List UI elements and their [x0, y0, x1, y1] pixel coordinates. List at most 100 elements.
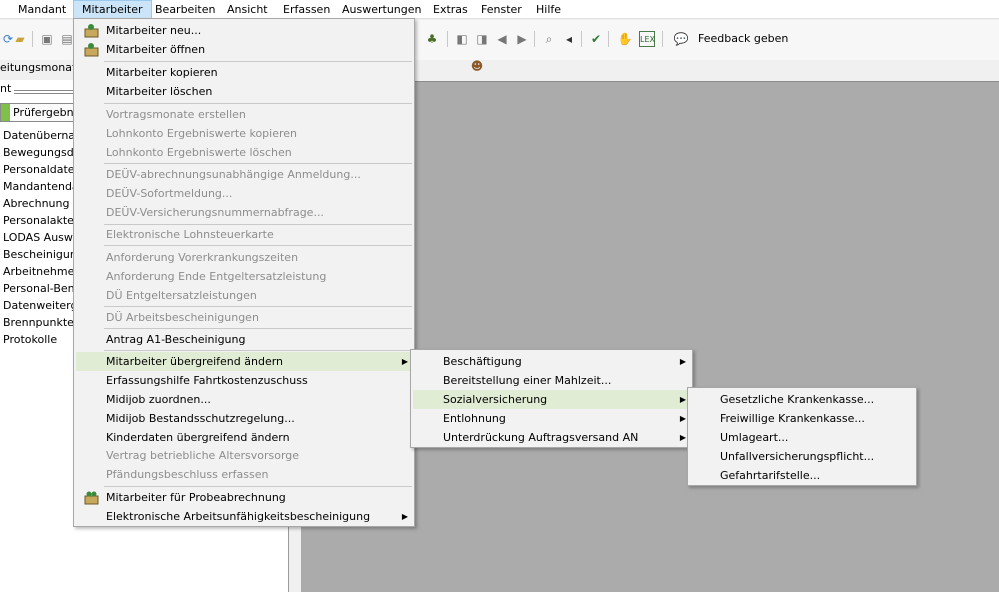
menu-item-umlageart[interactable]: Umlageart...	[690, 428, 914, 447]
nav-item-datenuebernahme[interactable]: Datenübernah	[3, 127, 82, 144]
menu-item-antrag-a1[interactable]: Antrag A1-Bescheinigung	[76, 330, 412, 349]
menu-item-kinderdaten[interactable]: Kinderdaten übergreifend ändern	[76, 428, 412, 447]
next-record-icon[interactable]: ◨	[474, 31, 490, 47]
nav-item-bewegungsdaten[interactable]: Bewegungsda	[3, 144, 80, 161]
user-open-icon	[84, 42, 99, 57]
menu-mitarbeiter[interactable]: Mitarbeiter	[73, 0, 152, 19]
folder-close-icon[interactable]: ▰	[12, 31, 28, 47]
menu-separator	[104, 245, 412, 246]
menu-extras[interactable]: Extras	[433, 0, 468, 19]
check-user-icon[interactable]: ✔	[588, 31, 604, 47]
nav-item-personaldaten[interactable]: Personaldaten	[3, 161, 82, 178]
menu-item-deuev-sofortmeldung: DEÜV-Sofortmeldung...	[106, 187, 233, 200]
user-settings-icon[interactable]: ☻	[469, 58, 485, 74]
menu-item-deuev-anmeldung: DEÜV-abrechnungsunabhängige Anmeldung...	[106, 168, 361, 181]
handshake-icon[interactable]: ✋	[617, 31, 633, 47]
menu-item-eau[interactable]: Elektronische Arbeitsunfähigkeitsbeschei…	[76, 507, 412, 526]
nav-item-lodas-auswertungen[interactable]: LODAS Auswe	[3, 229, 80, 246]
toolbar-separator	[32, 31, 33, 47]
status-indicator	[1, 104, 10, 121]
submenu-arrow-icon: ▶	[679, 433, 686, 442]
sozialversicherung-submenu: Gesetzliche Krankenkasse... Freiwillige …	[687, 387, 917, 486]
menu-separator	[104, 61, 412, 62]
tab-pruefergebnis-label: Prüfergebni	[13, 106, 77, 119]
speech-bubble-icon[interactable]: 💬	[673, 31, 689, 47]
tree-icon[interactable]: ♣	[424, 31, 440, 47]
mitarbeiter-menu: Mitarbeiter neu... Mitarbeiter öffnen Mi…	[73, 18, 415, 527]
menu-ansicht[interactable]: Ansicht	[227, 0, 268, 19]
menu-item-beschaeftigung[interactable]: Beschäftigung ▶	[413, 352, 690, 371]
menu-item-lohnsteuerkarte: Elektronische Lohnsteuerkarte	[106, 228, 274, 241]
toolbar-separator	[581, 31, 582, 47]
menu-item-vortragsmonate: Vortragsmonate erstellen	[106, 108, 246, 121]
menu-item-unfallversicherung[interactable]: Unfallversicherungspflicht...	[690, 447, 914, 466]
arrow-left-icon[interactable]: ◀	[494, 31, 510, 47]
nav-item-personalakte[interactable]: Personalakte	[3, 212, 74, 229]
menu-item-mitarbeiter-loeschen[interactable]: Mitarbeiter löschen	[76, 82, 412, 101]
toolbar-separator	[662, 31, 663, 47]
nav-item-personal-benchmark[interactable]: Personal-Benc	[3, 280, 81, 297]
menu-item-mahlzeit[interactable]: Bereitstellung einer Mahlzeit...	[413, 371, 690, 390]
left-panel-divider	[14, 90, 74, 91]
nav-item-arbeitnehmer[interactable]: Arbeitnehmer	[3, 263, 79, 280]
menu-fenster[interactable]: Fenster	[481, 0, 522, 19]
nav-item-bescheinigungen[interactable]: Bescheinigung	[3, 246, 84, 263]
submenu-arrow-icon: ▶	[679, 395, 686, 404]
menu-item-entlohnung[interactable]: Entlohnung ▶	[413, 409, 690, 428]
menu-item-mitarbeiter-neu[interactable]: Mitarbeiter neu...	[76, 21, 412, 40]
nav-item-protokolle[interactable]: Protokolle	[3, 331, 57, 348]
menu-item-due-arbeitsbescheinigungen: DÜ Arbeitsbescheinigungen	[106, 311, 259, 324]
menu-item-lohnkonto-loeschen: Lohnkonto Ergebniswerte löschen	[106, 146, 292, 159]
lex-icon[interactable]: LEX	[639, 31, 655, 47]
menu-item-fahrtkostenzuschuss[interactable]: Erfassungshilfe Fahrtkostenzuschuss	[76, 371, 412, 390]
menu-item-uebergreifend-aendern[interactable]: Mitarbeiter übergreifend ändern ▶	[76, 352, 412, 371]
menu-mandant[interactable]: Mandant	[18, 0, 66, 19]
toolbar-separator	[608, 31, 609, 47]
menu-separator	[104, 486, 412, 487]
menu-item-midijob-bestandsschutz[interactable]: Midijob Bestandsschutzregelung...	[76, 409, 412, 428]
processing-month-label: eitungsmonat	[0, 61, 77, 74]
search-icon[interactable]: ⌕	[541, 31, 557, 47]
menu-item-mitarbeiter-kopieren[interactable]: Mitarbeiter kopieren	[76, 63, 412, 82]
menu-separator	[104, 163, 412, 164]
speaker-icon[interactable]: ◂	[561, 31, 577, 47]
menu-bearbeiten[interactable]: Bearbeiten	[155, 0, 215, 19]
menu-item-probeabrechnung[interactable]: Mitarbeiter für Probeabrechnung	[76, 488, 412, 507]
uebergreifend-submenu: Beschäftigung ▶ Bereitstellung einer Mah…	[410, 349, 693, 448]
menu-item-freiwillige-kk[interactable]: Freiwillige Krankenkasse...	[690, 409, 914, 428]
menu-separator	[104, 103, 412, 104]
nav-item-abrechnung[interactable]: Abrechnung	[3, 195, 69, 212]
menu-item-midijob-zuordnen[interactable]: Midijob zuordnen...	[76, 390, 412, 409]
menu-item-gesetzliche-kk[interactable]: Gesetzliche Krankenkasse...	[690, 390, 914, 409]
panel-splitter[interactable]	[288, 526, 300, 592]
left-panel-divider	[14, 93, 74, 94]
menu-erfassen[interactable]: Erfassen	[283, 0, 330, 19]
user-group-icon	[84, 490, 99, 505]
menu-item-lohnkonto-kopieren: Lohnkonto Ergebniswerte kopieren	[106, 127, 297, 140]
menu-separator	[104, 350, 412, 351]
menu-item-deuev-versicherungsnummer: DEÜV-Versicherungsnummernabfrage...	[106, 206, 324, 219]
menu-item-mitarbeiter-oeffnen[interactable]: Mitarbeiter öffnen	[76, 40, 412, 59]
menu-bar: Mandant Mitarbeiter Bearbeiten Ansicht E…	[0, 0, 999, 19]
save-icon[interactable]: ▣	[39, 31, 55, 47]
menu-item-ende-entgeltersatz: Anforderung Ende Entgeltersatzleistung	[106, 270, 327, 283]
menu-item-unterdrueckung[interactable]: Unterdrückung Auftragsversand AN ▶	[413, 428, 690, 447]
menu-auswertungen[interactable]: Auswertungen	[342, 0, 422, 19]
prev-record-icon[interactable]: ◧	[454, 31, 470, 47]
menu-hilfe[interactable]: Hilfe	[536, 0, 561, 19]
menu-item-sozialversicherung[interactable]: Sozialversicherung ▶	[413, 390, 690, 409]
menu-separator	[104, 328, 412, 329]
nav-item-mandantendaten[interactable]: Mandantenda	[3, 178, 79, 195]
toolbar-separator	[447, 31, 448, 47]
menu-item-pfaendungsbeschluss: Pfändungsbeschluss erfassen	[106, 468, 269, 481]
nav-item-brennpunkte[interactable]: Brennpunkte	[3, 314, 74, 331]
feedback-button[interactable]: Feedback geben	[698, 32, 788, 45]
left-panel-title: nt	[0, 82, 12, 95]
arrow-right-icon[interactable]: ▶	[514, 31, 530, 47]
submenu-arrow-icon: ▶	[679, 414, 686, 423]
submenu-arrow-icon: ▶	[401, 357, 408, 366]
menu-item-vorerkrankungszeiten: Anforderung Vorerkrankungszeiten	[106, 251, 299, 264]
toolbar-separator	[534, 31, 535, 47]
menu-item-due-entgeltersatz: DÜ Entgeltersatzleistungen	[106, 289, 257, 302]
menu-item-gefahrtarifstelle[interactable]: Gefahrtarifstelle...	[690, 466, 914, 485]
